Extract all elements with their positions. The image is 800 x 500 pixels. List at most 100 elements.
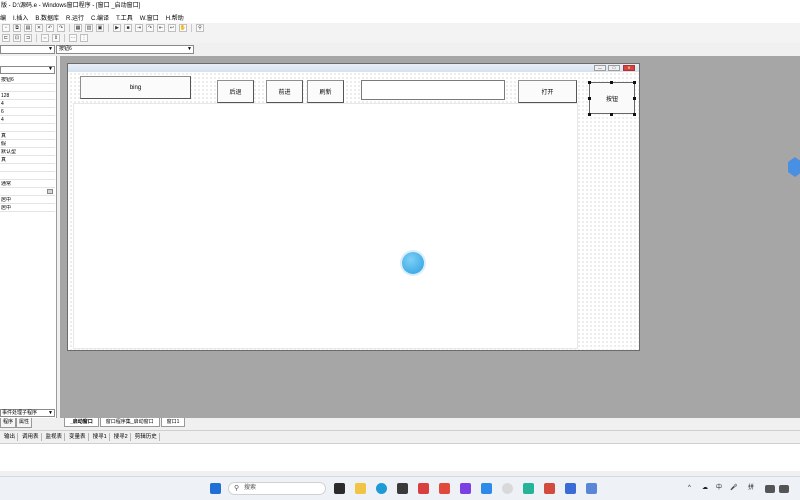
tab-window-program-set[interactable]: 窗口程序集_启动窗口 (99, 418, 160, 427)
tab-startup-window[interactable]: _启动窗口 (64, 418, 99, 427)
tray-overflow-icon[interactable]: ^ (688, 481, 691, 495)
form-window[interactable]: — □ ✕ bing 后退 前进 刷新 打开 (67, 63, 640, 351)
task-view-icon[interactable] (334, 483, 345, 494)
resize-handle[interactable] (610, 113, 613, 116)
tab-search1[interactable]: 搜寻1 (91, 432, 110, 441)
wifi-icon[interactable] (765, 485, 775, 493)
run-icon[interactable]: ▶ (113, 24, 121, 32)
app-circle-icon[interactable] (502, 483, 513, 494)
forward-button[interactable]: 前进 (266, 80, 303, 103)
menu-item-insert[interactable]: I.插入 (13, 13, 28, 22)
resize-handle[interactable] (633, 97, 636, 100)
redo-icon[interactable]: ↷ (57, 24, 65, 32)
resize-handle[interactable] (588, 113, 591, 116)
property-row[interactable] (0, 125, 55, 132)
resize-handle[interactable] (588, 81, 591, 84)
delete-icon[interactable]: ✕ (35, 24, 43, 32)
property-row[interactable] (0, 165, 55, 172)
property-row[interactable]: 居中 (0, 205, 55, 212)
resize-handle[interactable] (633, 81, 636, 84)
search-icon[interactable]: ⚲ (196, 24, 204, 32)
property-row[interactable]: 通常 (0, 181, 55, 188)
menu-item-window[interactable]: W.窗口 (140, 13, 159, 22)
file-explorer-icon[interactable] (355, 483, 366, 494)
align-right-icon[interactable]: ⊐ (24, 34, 32, 42)
new-file-icon[interactable]: ▫ (2, 24, 10, 32)
resize-handle[interactable] (588, 97, 591, 100)
app-window-icon[interactable] (586, 483, 597, 494)
close-icon[interactable]: ✕ (623, 65, 635, 71)
property-row[interactable]: 按钮6 (0, 77, 55, 84)
tab-properties[interactable]: 属性 (16, 418, 33, 428)
paste-icon[interactable]: ▤ (24, 24, 32, 32)
app-red-icon[interactable] (418, 483, 429, 494)
step-into-icon[interactable]: ⇥ (135, 24, 143, 32)
space-v-icon[interactable]: ⋮ (80, 34, 88, 42)
tray-cloud-icon[interactable]: ☁ (702, 481, 708, 495)
property-row[interactable] (0, 189, 55, 196)
left-combo[interactable]: ▼ (0, 45, 55, 54)
tab-clip-history[interactable]: 剪辑历史 (133, 432, 160, 441)
hand-icon[interactable]: ✋ (179, 24, 187, 32)
property-row[interactable]: 6 (0, 109, 55, 116)
minimize-icon[interactable]: — (594, 65, 606, 71)
menu-item-run[interactable]: R.运行 (66, 13, 84, 22)
property-row[interactable]: 真 (0, 157, 55, 164)
edge-browser-icon[interactable] (376, 483, 387, 494)
tray-input-method[interactable]: 中 (716, 481, 722, 495)
app-green-icon[interactable] (523, 483, 534, 494)
tab-watch-table[interactable]: 监视表 (44, 432, 66, 441)
component-combo[interactable]: 按钮6 ▼ (56, 45, 194, 54)
url-input[interactable] (361, 80, 505, 100)
size-height-icon[interactable]: ⇕ (52, 34, 60, 42)
tab-search2[interactable]: 搜寻2 (112, 432, 131, 441)
bing-button[interactable]: bing (80, 76, 191, 99)
menu-item-tools[interactable]: T.工具 (116, 13, 133, 22)
back-button[interactable]: 后退 (217, 80, 254, 103)
microphone-icon[interactable]: 🎤 (730, 481, 737, 495)
resize-handle[interactable] (633, 113, 636, 116)
step-out-icon[interactable]: ⇤ (157, 24, 165, 32)
app-blue-icon[interactable] (481, 483, 492, 494)
align-left-icon[interactable]: ⊏ (2, 34, 10, 42)
maximize-icon[interactable]: □ (608, 65, 620, 71)
layout-icon[interactable]: ▣ (96, 24, 104, 32)
grid-icon[interactable]: ▦ (74, 24, 82, 32)
align-center-icon[interactable]: ⊡ (13, 34, 21, 42)
refresh-button[interactable]: 刷新 (307, 80, 344, 103)
resize-handle[interactable] (610, 81, 613, 84)
property-row[interactable]: 4 (0, 117, 55, 124)
app-purple-icon[interactable] (460, 483, 471, 494)
volume-icon[interactable] (779, 485, 789, 493)
tray-pinyin[interactable]: 拼 (748, 481, 754, 495)
copy-icon[interactable]: ⧉ (13, 24, 21, 32)
property-row[interactable]: 假 (0, 141, 55, 148)
step-over-icon[interactable]: ↷ (146, 24, 154, 32)
property-row[interactable]: 真 (0, 133, 55, 140)
windows-start-icon[interactable] (210, 483, 221, 494)
property-row[interactable] (0, 85, 55, 92)
output-panel[interactable] (0, 443, 800, 471)
taskbar-search[interactable]: ⚲ 搜索 (228, 482, 326, 495)
tab-call-table[interactable]: 调用表 (20, 432, 42, 441)
tab-window1[interactable]: 窗口1 (160, 418, 186, 427)
property-row[interactable]: 默认型 (0, 149, 55, 156)
ellipsis-button[interactable] (47, 189, 53, 194)
property-row[interactable]: 居中 (0, 197, 55, 204)
app-pencil-icon[interactable] (544, 483, 555, 494)
selected-button[interactable]: 按钮 (589, 82, 635, 114)
open-button[interactable]: 打开 (518, 80, 577, 103)
space-h-icon[interactable]: ⋯ (69, 34, 77, 42)
event-handler-combo[interactable]: 事件处理子程序 ▼ (0, 409, 55, 417)
web-browser-control[interactable] (73, 103, 578, 349)
property-selector[interactable]: ▼ (0, 66, 55, 74)
property-row[interactable]: 128 (0, 93, 55, 100)
property-row[interactable]: 4 (0, 101, 55, 108)
menu-item-help[interactable]: H.帮助 (166, 13, 184, 22)
app-orange-icon[interactable] (439, 483, 450, 494)
size-width-icon[interactable]: ⇔ (41, 34, 49, 42)
menu-item-edit[interactable]: 编 (0, 13, 6, 22)
tab-program[interactable]: 程序 (0, 418, 17, 428)
undo-icon[interactable]: ↶ (46, 24, 54, 32)
property-row[interactable] (0, 173, 55, 180)
